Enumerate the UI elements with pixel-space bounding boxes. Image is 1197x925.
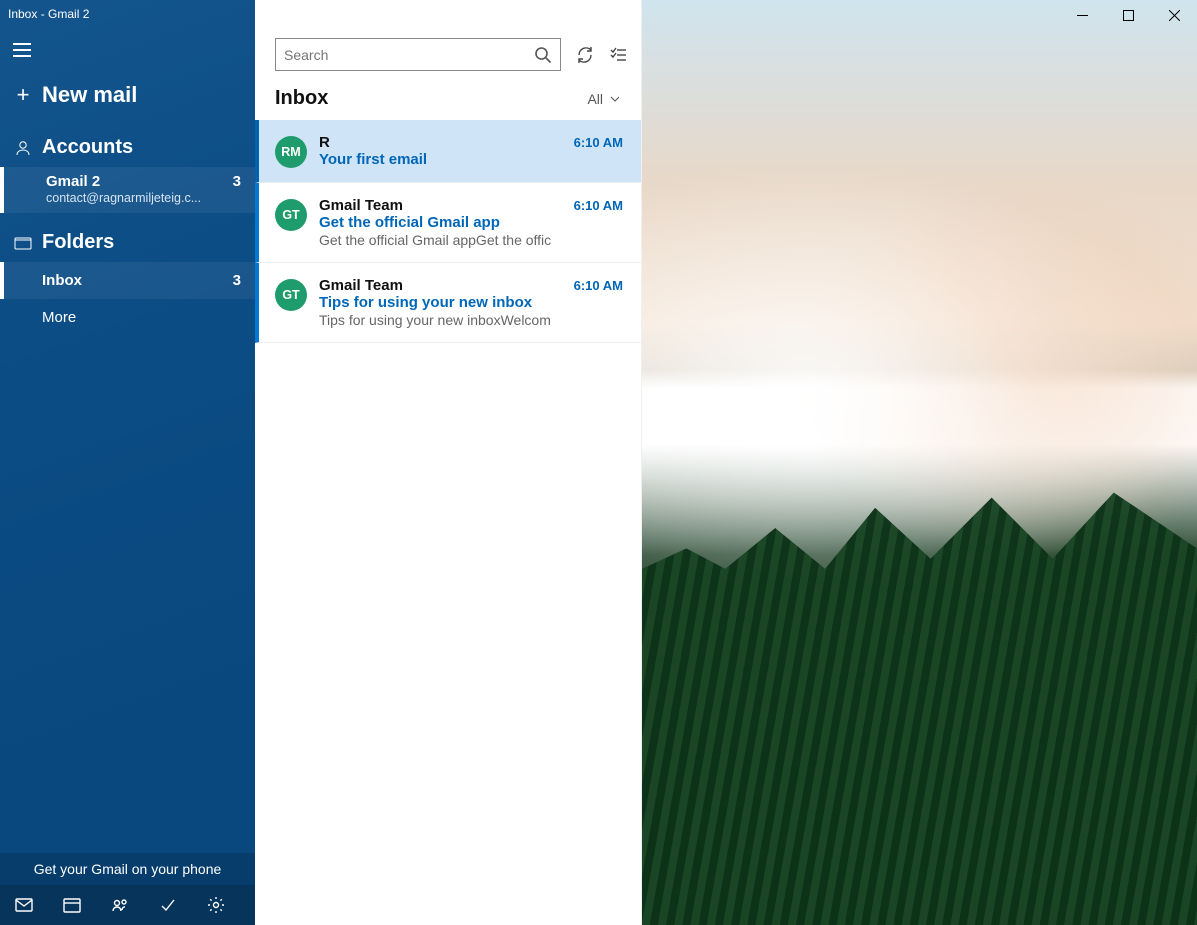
minimize-icon [1077, 10, 1088, 21]
minimize-button[interactable] [1059, 0, 1105, 30]
selection-mode-button[interactable] [609, 45, 629, 65]
message-body: R 6:10 AMYour first email [319, 134, 623, 168]
account-item-gmail2[interactable]: Gmail 2 3 contact@ragnarmiljeteig.c... [0, 167, 255, 213]
mail-icon [15, 896, 33, 914]
folder-icon [10, 234, 36, 252]
message-subject: Tips for using your new inbox [319, 294, 623, 311]
close-button[interactable] [1151, 0, 1197, 30]
accounts-heading[interactable]: Accounts [0, 118, 255, 167]
refresh-icon [576, 46, 594, 64]
gear-icon [207, 896, 225, 914]
message-subject: Get the official Gmail app [319, 214, 623, 231]
account-name: Gmail 2 [46, 173, 100, 190]
message-item[interactable]: RM R 6:10 AMYour first email [255, 120, 641, 183]
message-preview: Get the official Gmail appGet the offic [319, 232, 623, 248]
list-header: Inbox All [255, 79, 641, 120]
accounts-label: Accounts [42, 136, 133, 159]
sender-name: Gmail Team [319, 197, 403, 214]
bottom-toolbar [0, 885, 255, 925]
messages-container: RMR6:10 AMYour first emailGTGmail Team6:… [255, 120, 641, 343]
search-box[interactable] [275, 38, 561, 71]
person-icon [10, 139, 36, 157]
people-icon [111, 896, 129, 914]
search-icon [534, 46, 552, 64]
list-title: Inbox [275, 87, 328, 110]
check-icon [159, 896, 177, 914]
folder-inbox-badge: 3 [233, 272, 241, 289]
plus-icon: + [10, 82, 36, 108]
folder-item-inbox[interactable]: Inbox 3 [0, 262, 255, 299]
close-icon [1169, 10, 1180, 21]
window-controls [1059, 0, 1197, 30]
message-body: Gmail Team6:10 AMTips for using your new… [319, 277, 623, 328]
avatar: RM [275, 136, 307, 168]
maximize-icon [1123, 10, 1134, 21]
message-time: 6:10 AM [574, 135, 623, 150]
filter-label: All [587, 91, 603, 107]
calendar-app-button[interactable] [62, 895, 82, 915]
sidebar: Inbox - Gmail 2 + New mail Accounts Gmai… [0, 0, 255, 925]
message-item[interactable]: GTGmail Team6:10 AMTips for using your n… [255, 263, 641, 343]
folder-more-label: More [42, 309, 76, 326]
search-input[interactable] [284, 47, 534, 63]
window-title: Inbox - Gmail 2 [0, 0, 255, 28]
people-app-button[interactable] [110, 895, 130, 915]
reading-pane [642, 0, 1197, 925]
mail-app-button[interactable] [14, 895, 34, 915]
folders-heading[interactable]: Folders [0, 213, 255, 262]
message-list-pane: Inbox All RMR6:10 AMYour first emailGTGm… [255, 0, 642, 925]
message-time: 6:10 AM [574, 198, 623, 213]
avatar: GT [275, 279, 307, 311]
chevron-down-icon [609, 93, 621, 105]
message-item[interactable]: GTGmail Team6:10 AMGet the official Gmai… [255, 183, 641, 263]
sender-name: Gmail Team [319, 277, 403, 294]
hamburger-button[interactable] [2, 30, 42, 70]
selection-icon [610, 46, 628, 64]
account-email: contact@ragnarmiljeteig.c... [46, 191, 226, 205]
message-time: 6:10 AM [574, 278, 623, 293]
folder-inbox-label: Inbox [42, 272, 82, 289]
avatar: GT [275, 199, 307, 231]
hamburger-icon [13, 43, 31, 57]
todo-app-button[interactable] [158, 895, 178, 915]
message-subject: Your first email [319, 151, 623, 168]
folders-label: Folders [42, 231, 114, 254]
list-toolbar [255, 0, 641, 79]
new-mail-label: New mail [42, 82, 137, 108]
message-preview: Tips for using your new inboxWelcom [319, 312, 623, 328]
sender-name: R [319, 134, 330, 151]
folder-item-more[interactable]: More [0, 299, 255, 336]
filter-dropdown[interactable]: All [587, 91, 621, 107]
message-body: Gmail Team6:10 AMGet the official Gmail … [319, 197, 623, 248]
calendar-icon [63, 896, 81, 914]
sync-button[interactable] [575, 45, 595, 65]
new-mail-button[interactable]: + New mail [0, 74, 255, 118]
settings-button[interactable] [206, 895, 226, 915]
maximize-button[interactable] [1105, 0, 1151, 30]
promo-banner[interactable]: Get your Gmail on your phone [0, 853, 255, 885]
account-badge: 3 [233, 173, 241, 190]
